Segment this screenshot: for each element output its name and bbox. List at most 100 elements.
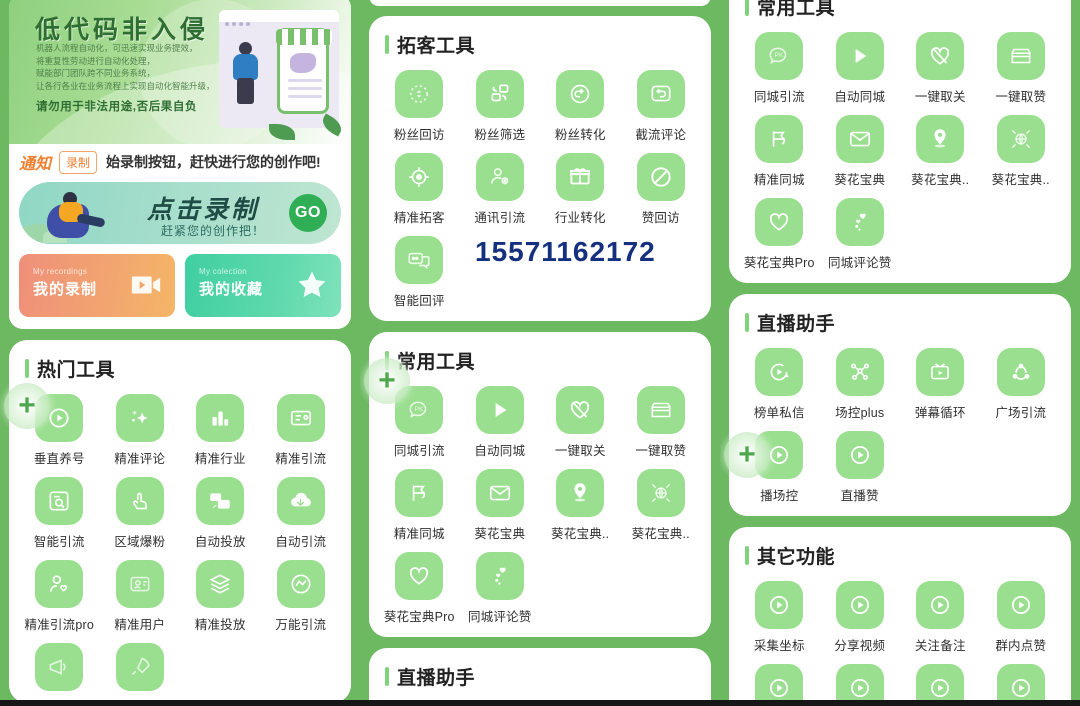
play-circle-icon bbox=[835, 431, 884, 479]
tile-tongchengpinglunzan-r[interactable]: 同城评论赞 bbox=[820, 198, 901, 271]
customer-tools-title-text: 拓客工具 bbox=[397, 36, 476, 57]
tile-partial-1[interactable] bbox=[19, 643, 100, 691]
section-hot-tools: 热门工具 垂直养号 精准评论 精准行业 精准引流 智能引流 区域爆粉 自动投放 … bbox=[9, 340, 351, 703]
tile-zidongyinliu[interactable]: 自动引流 bbox=[261, 477, 342, 550]
tile-tongxunyinliu[interactable]: 通讯引流 bbox=[460, 153, 541, 226]
tile-kuihuabaodianpro-r[interactable]: 葵花宝典Pro bbox=[739, 198, 820, 271]
tile-bangdansixin-r[interactable]: 榜单私信 bbox=[739, 348, 820, 421]
tile-kuihuabaodian-r[interactable]: 葵花宝典 bbox=[820, 115, 901, 188]
start-record-banner[interactable]: 点击录制 赶紧您的创作把！ GO bbox=[19, 182, 341, 244]
tile-changkongplus-r[interactable]: 场控plus bbox=[820, 348, 901, 421]
my-recordings-card[interactable]: My recordings 我的录制 bbox=[19, 254, 175, 317]
hot-tools-grid: 垂直养号 精准评论 精准行业 精准引流 智能引流 区域爆粉 自动投放 自动引流 … bbox=[19, 394, 341, 691]
tile-zhibozan[interactable]: 直播赞 bbox=[820, 431, 901, 504]
go-button[interactable]: GO bbox=[289, 194, 327, 232]
common-tools-grid-right: PK 同城引流 自动同城 一键取关 一键取赞 精准同城 葵花宝典 葵花宝典.. … bbox=[739, 32, 1061, 271]
comment-like-icon bbox=[196, 477, 245, 525]
tile-label: 智能引流 bbox=[33, 535, 85, 549]
heart-icon bbox=[755, 198, 804, 246]
flag-icon bbox=[395, 469, 444, 517]
card-partial-top bbox=[369, 0, 711, 6]
tile-fensishaixuan[interactable]: 粉丝筛选 bbox=[460, 70, 541, 143]
tile-zidongtongcheng[interactable]: 自动同城 bbox=[460, 386, 541, 459]
tile-kuihuabaodian-3-r[interactable]: 葵花宝典.. bbox=[981, 115, 1062, 188]
add-floating-button-right[interactable]: + bbox=[724, 432, 770, 478]
target-icon bbox=[395, 153, 444, 201]
tile-jingzhunhangye[interactable]: 精准行业 bbox=[180, 394, 261, 467]
play-circle-icon bbox=[916, 581, 965, 629]
tile-label: 同城引流 bbox=[393, 444, 445, 458]
my-collection-card[interactable]: My colection 我的收藏 bbox=[185, 254, 341, 317]
tile-jingzhunpinglun[interactable]: 精准评论 bbox=[100, 394, 181, 467]
tile-zhinenghuiping[interactable]: 智能回评 bbox=[379, 236, 460, 309]
globe-expand-icon bbox=[996, 115, 1045, 163]
shop-icon bbox=[636, 386, 685, 434]
video-camera-icon bbox=[129, 268, 163, 302]
tile-zanhuifang[interactable]: 赞回访 bbox=[621, 153, 702, 226]
tile-jingzhunyinliu[interactable]: 精准引流 bbox=[261, 394, 342, 467]
location-pin-icon bbox=[556, 469, 605, 517]
tile-quyubaofen[interactable]: 区域爆粉 bbox=[100, 477, 181, 550]
svg-text:PK: PK bbox=[775, 52, 784, 59]
updown-arrows-icon bbox=[395, 70, 444, 118]
tile-yijianquguan-r[interactable]: 一键取关 bbox=[900, 32, 981, 105]
tile-yijianquzan[interactable]: 一键取赞 bbox=[621, 386, 702, 459]
tile-jingzhunyinliupro[interactable]: 精准引流pro bbox=[19, 560, 100, 633]
tile-label: 一键取赞 bbox=[635, 444, 687, 458]
tile-guanzhubeizhu[interactable]: 关注备注 bbox=[900, 581, 981, 654]
tile-fensihuifang[interactable]: 粉丝回访 bbox=[379, 70, 460, 143]
tile-zidongtoufang[interactable]: 自动投放 bbox=[180, 477, 261, 550]
tile-fenxiangshipin[interactable]: 分享视频 bbox=[820, 581, 901, 654]
heart-slash-icon bbox=[916, 32, 965, 80]
bottom-edge bbox=[0, 700, 360, 706]
tile-label: 分享视频 bbox=[834, 639, 886, 653]
tile-label: 自动同城 bbox=[474, 444, 526, 458]
hot-tools-title: 热门工具 bbox=[25, 355, 341, 382]
play-circle-icon bbox=[835, 581, 884, 629]
tile-label: 同城评论赞 bbox=[827, 256, 892, 270]
tile-partial-2[interactable] bbox=[100, 643, 181, 691]
add-floating-button-middle[interactable]: + bbox=[364, 358, 410, 404]
tile-wannengyinliu[interactable]: 万能引流 bbox=[261, 560, 342, 633]
gift-icon bbox=[556, 153, 605, 201]
tv-play-icon bbox=[916, 348, 965, 396]
tile-jingzhuntuoke[interactable]: 精准拓客 bbox=[379, 153, 460, 226]
tile-label: 万能引流 bbox=[275, 618, 327, 632]
tile-yijianquzan-r[interactable]: 一键取赞 bbox=[981, 32, 1062, 105]
common-tools-title-text-right: 常用工具 bbox=[757, 0, 836, 19]
hot-tools-title-text: 热门工具 bbox=[37, 360, 116, 381]
tile-tongchengyinliu-r[interactable]: PK 同城引流 bbox=[739, 32, 820, 105]
tile-guangchangyinliu-r[interactable]: 广场引流 bbox=[981, 348, 1062, 421]
tile-qunneidianzan[interactable]: 群内点赞 bbox=[981, 581, 1062, 654]
tile-jingzhuntoufang[interactable]: 精准投放 bbox=[180, 560, 261, 633]
tile-kuihuabaodianpro[interactable]: 葵花宝典Pro bbox=[379, 552, 460, 625]
tile-label: 精准行业 bbox=[194, 452, 246, 466]
tile-kuihuabaodian-3[interactable]: 葵花宝典.. bbox=[621, 469, 702, 542]
tile-hangyezhuanhua[interactable]: 行业转化 bbox=[540, 153, 621, 226]
tile-jingzhunyonghu[interactable]: 精准用户 bbox=[100, 560, 181, 633]
tile-zidongtongcheng-r[interactable]: 自动同城 bbox=[820, 32, 901, 105]
tile-fensizhuanhua[interactable]: 粉丝转化 bbox=[540, 70, 621, 143]
refresh-circle-icon bbox=[556, 70, 605, 118]
hero-banner: 低代码非入侵 机器人流程自动化，可迅速实现业务提效， 将重复性劳动进行自动化处理… bbox=[9, 0, 351, 144]
tile-danmuxunhuan-r[interactable]: 弹幕循环 bbox=[900, 348, 981, 421]
record-banner-title: 点击录制 bbox=[147, 196, 260, 224]
hero-line-1: 机器人流程自动化，可迅速实现业务提效， bbox=[36, 43, 198, 53]
hero-line-4: 让各行各业在业务流程上实现自动化智能升级， bbox=[36, 80, 215, 91]
tile-caijizuobiao[interactable]: 采集坐标 bbox=[739, 581, 820, 654]
tile-zhinengyinliu[interactable]: 智能引流 bbox=[19, 477, 100, 550]
tile-yijianquguan[interactable]: 一键取关 bbox=[540, 386, 621, 459]
tile-label: 一键取赞 bbox=[995, 90, 1047, 104]
tile-kuihuabaodian-2[interactable]: 葵花宝典.. bbox=[540, 469, 621, 542]
tile-label: 播场控 bbox=[760, 489, 799, 503]
tile-kuihuabaodian[interactable]: 葵花宝典 bbox=[460, 469, 541, 542]
tile-label: 场控plus bbox=[835, 406, 885, 420]
tile-tongchengpinglunzan[interactable]: 同城评论赞 bbox=[460, 552, 541, 625]
megaphone-icon bbox=[35, 643, 84, 691]
section-common-tools-middle: 常用工具 PK 同城引流 自动同城 一键取关 一键取赞 精准同城 葵花宝典 葵花… bbox=[369, 332, 711, 637]
tile-kuihuabaodian-2-r[interactable]: 葵花宝典.. bbox=[900, 115, 981, 188]
tile-jingzhuntongcheng-r[interactable]: 精准同城 bbox=[739, 115, 820, 188]
tile-jieliupinglun[interactable]: 截流评论 bbox=[621, 70, 702, 143]
tile-jingzhuntongcheng[interactable]: 精准同城 bbox=[379, 469, 460, 542]
add-floating-button-left[interactable]: + bbox=[4, 383, 50, 429]
